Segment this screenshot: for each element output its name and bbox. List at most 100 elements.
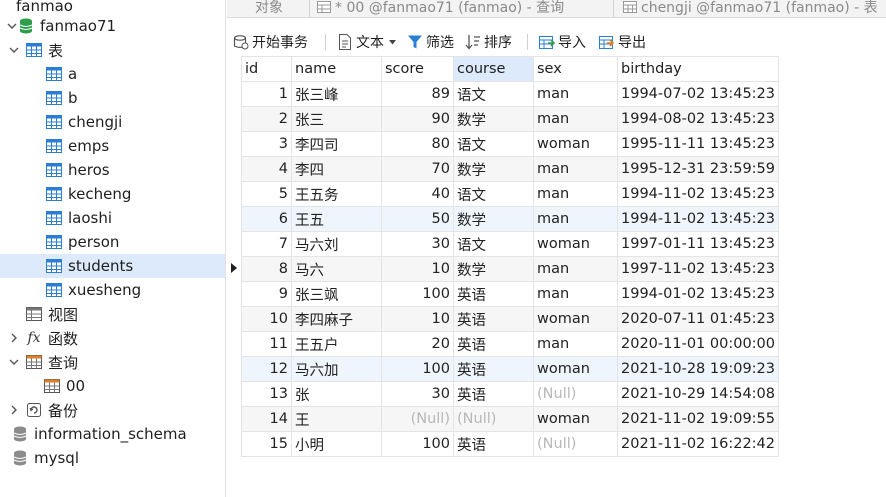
import-button[interactable]: 导入 xyxy=(539,30,586,54)
table-row[interactable]: 8 马六 10 数学 man 1997-11-02 13:45:23 xyxy=(241,256,779,282)
tree-item-table-b[interactable]: b xyxy=(0,86,225,110)
cell-score[interactable]: 100 xyxy=(381,431,454,457)
cell-sex[interactable]: man xyxy=(533,81,618,107)
cell-course[interactable]: 数学 xyxy=(453,206,534,232)
cell-name[interactable]: 张 xyxy=(291,381,382,407)
cell-course[interactable]: 语文 xyxy=(453,81,534,107)
cell-name[interactable]: 张三 xyxy=(291,106,382,132)
cell-score[interactable]: 30 xyxy=(381,381,454,407)
cell-course[interactable]: (Null) xyxy=(453,406,534,432)
cell-name[interactable]: 小明 xyxy=(291,431,382,457)
tree-item-table-students[interactable]: students xyxy=(0,254,225,278)
cell-course[interactable]: 英语 xyxy=(453,381,534,407)
cell-sex[interactable]: man xyxy=(533,256,618,282)
cell-score[interactable]: 30 xyxy=(381,231,454,257)
cell-score[interactable]: 20 xyxy=(381,331,454,357)
table-row[interactable]: 6 王五 50 数学 man 1994-11-02 13:45:23 xyxy=(241,206,779,232)
cell-name[interactable]: 李四司 xyxy=(291,131,382,157)
cell-birthday[interactable]: 2021-11-02 19:09:55 xyxy=(617,406,779,432)
cell-sex[interactable]: (Null) xyxy=(533,381,618,407)
tree-item-information-schema[interactable]: information_schema xyxy=(0,422,225,446)
cell-sex[interactable]: woman xyxy=(533,231,618,257)
cell-id[interactable]: 1 xyxy=(241,81,292,107)
tab-query-00[interactable]: * 00 @fanmao71 (fanmao) - 查询 xyxy=(317,0,564,17)
cell-name[interactable]: 李四 xyxy=(291,156,382,182)
column-header-birthday[interactable]: birthday xyxy=(617,56,779,82)
cell-birthday[interactable]: 2021-11-02 16:22:42 xyxy=(617,431,779,457)
cell-score[interactable]: 80 xyxy=(381,131,454,157)
cell-sex[interactable]: woman xyxy=(533,356,618,382)
cell-birthday[interactable]: 1997-01-11 13:45:23 xyxy=(617,231,779,257)
table-row[interactable]: 14 王 (Null) (Null) woman 2021-11-02 19:09:55 xyxy=(241,406,779,432)
tree-item-backup[interactable]: 备份 xyxy=(0,398,225,422)
cell-course[interactable]: 语文 xyxy=(453,231,534,257)
cell-birthday[interactable]: 2020-07-11 01:45:23 xyxy=(617,306,779,332)
cell-score[interactable]: 50 xyxy=(381,206,454,232)
cell-sex[interactable]: man xyxy=(533,206,618,232)
cell-id[interactable]: 3 xyxy=(241,131,292,157)
cell-id[interactable]: 14 xyxy=(241,406,292,432)
tree-item-tables[interactable]: 表 xyxy=(0,38,225,62)
cell-id[interactable]: 9 xyxy=(241,281,292,307)
cell-sex[interactable]: woman xyxy=(533,131,618,157)
tree-item-table-person[interactable]: person xyxy=(0,230,225,254)
tree-item-table-kecheng[interactable]: kecheng xyxy=(0,182,225,206)
chevron-down-icon[interactable] xyxy=(8,38,20,62)
cell-course[interactable]: 语文 xyxy=(453,131,534,157)
cell-name[interactable]: 马六 xyxy=(291,256,382,282)
tree-item-queries[interactable]: 查询 xyxy=(0,350,225,374)
cell-id[interactable]: 8 xyxy=(241,256,292,282)
cell-birthday[interactable]: 2020-11-01 00:00:00 xyxy=(617,331,779,357)
cell-sex[interactable]: man xyxy=(533,156,618,182)
cell-birthday[interactable]: 1995-12-31 23:59:59 xyxy=(617,156,779,182)
chevron-down-icon[interactable] xyxy=(6,14,18,38)
cell-sex[interactable]: woman xyxy=(533,306,618,332)
table-row[interactable]: 7 马六刘 30 语文 woman 1997-01-11 13:45:23 xyxy=(241,231,779,257)
cell-score[interactable]: 40 xyxy=(381,181,454,207)
cell-sex[interactable]: man xyxy=(533,281,618,307)
tree-item-database-fanmao71[interactable]: fanmao71 xyxy=(0,14,225,38)
cell-name[interactable]: 王五务 xyxy=(291,181,382,207)
cell-name[interactable]: 李四麻子 xyxy=(291,306,382,332)
cell-name[interactable]: 张三飒 xyxy=(291,281,382,307)
tab-objects[interactable]: 对象 xyxy=(255,0,283,17)
table-row[interactable]: 11 王五户 20 英语 man 2020-11-01 00:00:00 xyxy=(241,331,779,357)
tree-item-functions[interactable]: fx 函数 xyxy=(0,326,225,350)
tab-chengji[interactable]: chengji @fanmao71 (fanmao) - 表 xyxy=(623,0,878,17)
chevron-down-icon[interactable] xyxy=(8,350,20,374)
cell-course[interactable]: 英语 xyxy=(453,356,534,382)
cell-birthday[interactable]: 1995-11-11 13:45:23 xyxy=(617,131,779,157)
cell-id[interactable]: 6 xyxy=(241,206,292,232)
cell-birthday[interactable]: 1994-08-02 13:45:23 xyxy=(617,106,779,132)
tree-item-table-heros[interactable]: heros xyxy=(0,158,225,182)
cell-score[interactable]: 89 xyxy=(381,81,454,107)
cell-id[interactable]: 11 xyxy=(241,331,292,357)
cell-name[interactable]: 马六加 xyxy=(291,356,382,382)
cell-birthday[interactable]: 1994-11-02 13:45:23 xyxy=(617,206,779,232)
table-row[interactable]: 3 李四司 80 语文 woman 1995-11-11 13:45:23 xyxy=(241,131,779,157)
cell-score[interactable]: (Null) xyxy=(381,406,454,432)
cell-course[interactable]: 英语 xyxy=(453,331,534,357)
cell-id[interactable]: 7 xyxy=(241,231,292,257)
cell-course[interactable]: 英语 xyxy=(453,431,534,457)
table-row[interactable]: 1 张三峰 89 语文 man 1994-07-02 13:45:23 xyxy=(241,81,779,107)
column-header-id[interactable]: id xyxy=(241,56,292,82)
cell-score[interactable]: 90 xyxy=(381,106,454,132)
tree-item-table-a[interactable]: a xyxy=(0,62,225,86)
export-button[interactable]: 导出 xyxy=(599,30,646,54)
filter-button[interactable]: 筛选 xyxy=(407,30,454,54)
table-row[interactable]: 4 李四 70 数学 man 1995-12-31 23:59:59 xyxy=(241,156,779,182)
cell-sex[interactable]: woman xyxy=(533,406,618,432)
tree-item-table-xuesheng[interactable]: xuesheng xyxy=(0,278,225,302)
tree-item-table-emps[interactable]: emps xyxy=(0,134,225,158)
cell-course[interactable]: 数学 xyxy=(453,256,534,282)
column-header-course[interactable]: course xyxy=(453,56,534,82)
cell-score[interactable]: 10 xyxy=(381,306,454,332)
table-row[interactable]: 12 马六加 100 英语 woman 2021-10-28 19:09:23 xyxy=(241,356,779,382)
cell-course[interactable]: 英语 xyxy=(453,306,534,332)
cell-birthday[interactable]: 1994-11-02 13:45:23 xyxy=(617,181,779,207)
cell-name[interactable]: 王五户 xyxy=(291,331,382,357)
cell-birthday[interactable]: 2021-10-29 14:54:08 xyxy=(617,381,779,407)
tree-item-table-laoshi[interactable]: laoshi xyxy=(0,206,225,230)
tree-item-views[interactable]: 视图 xyxy=(0,302,225,326)
